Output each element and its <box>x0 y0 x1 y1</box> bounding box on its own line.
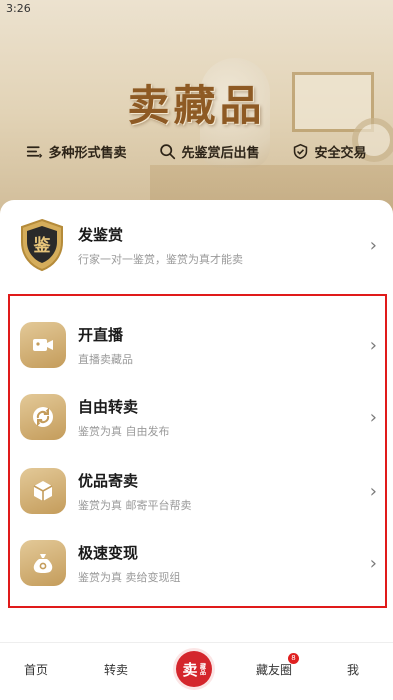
shield-check-icon <box>294 143 308 160</box>
feature-label: 先鉴赏后出售 <box>181 146 260 161</box>
feature-list: 多种形式售卖 先鉴赏后出售 安全交易 <box>0 142 393 161</box>
list-icon <box>27 146 43 158</box>
notification-badge: 8 <box>288 653 299 664</box>
option-row-consign[interactable]: 优品寄卖 鉴赏为真 邮寄平台帮卖 › <box>0 456 393 526</box>
feature-label: 安全交易 <box>314 146 367 161</box>
option-icon <box>20 394 66 440</box>
option-row-resell[interactable]: 自由转卖 鉴赏为真 自由发布 › <box>0 382 393 452</box>
video-camera-icon <box>33 339 53 351</box>
option-icon <box>20 468 66 514</box>
tab-me[interactable]: 我 <box>347 661 359 678</box>
tab-home[interactable]: 首页 <box>24 661 48 678</box>
chevron-right-icon: › <box>369 480 377 502</box>
option-subtitle: 直播卖藏品 <box>78 352 133 366</box>
appraise-shield-text: 鉴 <box>33 235 52 256</box>
option-title: 优品寄卖 <box>78 471 139 490</box>
appraise-text: 发鉴赏 行家一对一鉴赏，鉴赏为真才能卖 <box>78 224 243 267</box>
feature-item: 多种形式售卖 <box>26 142 127 161</box>
option-subtitle: 鉴赏为真 自由发布 <box>78 424 170 438</box>
option-row-live[interactable]: 开直播 直播卖藏品 › <box>0 310 393 380</box>
appraise-row[interactable]: 鉴 发鉴赏 行家一对一鉴赏，鉴赏为真才能卖 › <box>0 210 393 280</box>
feature-item: 先鉴赏后出售 <box>159 142 260 161</box>
tab-resell[interactable]: 转卖 <box>104 661 128 678</box>
chevron-right-icon: › <box>369 334 377 356</box>
appraise-subtitle: 行家一对一鉴赏，鉴赏为真才能卖 <box>78 252 243 266</box>
tab-sell-small: 藏品 <box>198 663 206 675</box>
option-title: 自由转卖 <box>78 397 139 416</box>
box-icon <box>33 481 53 501</box>
option-title: 极速变现 <box>78 543 139 562</box>
sell-options-card: 鉴 发鉴赏 行家一对一鉴赏，鉴赏为真才能卖 › 开直播 直播卖藏品 › 自由转卖… <box>0 200 393 642</box>
option-icon <box>20 322 66 368</box>
status-time: 3:26 <box>6 2 31 15</box>
chevron-right-icon: › <box>369 234 377 256</box>
tab-sell-center[interactable]: 卖藏品 <box>176 651 212 687</box>
money-bag-icon <box>33 554 53 573</box>
chevron-right-icon: › <box>369 406 377 428</box>
bottom-tab-bar: 首页 转卖 卖藏品 藏友圈 8 我 <box>0 642 393 700</box>
appraise-shield-icon: 鉴 <box>21 218 63 272</box>
feature-item: 安全交易 <box>292 142 367 161</box>
option-icon <box>20 540 66 586</box>
tab-sell-main: 卖 <box>182 660 198 679</box>
feature-label: 多种形式售卖 <box>48 146 127 161</box>
tab-friends[interactable]: 藏友圈 <box>256 661 292 678</box>
refresh-arrows-icon <box>33 407 53 427</box>
option-row-cashout[interactable]: 极速变现 鉴赏为真 卖给变现组 › <box>0 528 393 598</box>
option-subtitle: 鉴赏为真 邮寄平台帮卖 <box>78 498 192 512</box>
appraise-title: 发鉴赏 <box>78 225 124 244</box>
chevron-right-icon: › <box>369 552 377 574</box>
option-title: 开直播 <box>78 325 124 344</box>
hero-title: 卖藏品 <box>127 81 266 130</box>
option-subtitle: 鉴赏为真 卖给变现组 <box>78 570 181 584</box>
search-icon <box>160 144 176 160</box>
